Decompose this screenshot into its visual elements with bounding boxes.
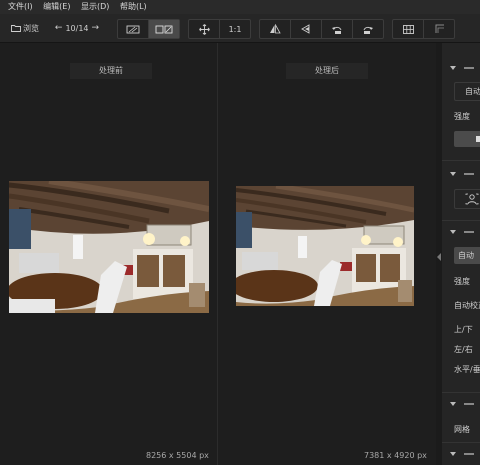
crop-button[interactable] <box>424 20 454 38</box>
collapse-triangle-icon <box>450 65 456 70</box>
section-bar-icon <box>464 67 474 69</box>
move-icon <box>198 23 210 35</box>
menu-bar: 文件(I) 编辑(E) 显示(D) 帮助(L) <box>0 0 480 14</box>
browse-label: 浏览 <box>23 23 39 33</box>
auto-button-2-label: 自动 <box>458 251 474 260</box>
flip-horizontal-icon <box>270 24 281 34</box>
section-bar-icon <box>464 403 474 405</box>
menu-edit[interactable]: 编辑(E) <box>43 0 70 14</box>
left-right-label: 左/右 <box>454 345 473 354</box>
after-pane-label: 处理后 <box>286 63 368 79</box>
section-header-1[interactable] <box>442 62 480 74</box>
section-bar-icon <box>464 173 474 175</box>
section-bar-icon <box>464 231 474 233</box>
split-view-button[interactable] <box>149 20 179 38</box>
flip-horizontal-button[interactable] <box>260 20 291 38</box>
after-dimensions: 7381 x 4920 px <box>364 451 427 460</box>
rotate-right-icon <box>363 26 373 34</box>
strength-slider-1[interactable] <box>454 131 480 147</box>
collapse-triangle-icon <box>450 451 456 456</box>
section-bar-icon <box>464 453 474 455</box>
single-view-button[interactable] <box>118 20 149 38</box>
slider-thumb-1[interactable] <box>476 136 480 142</box>
separator-3 <box>442 392 480 393</box>
section-header-2[interactable] <box>442 168 480 180</box>
collapse-triangle-icon <box>450 401 456 406</box>
separator-4 <box>442 442 480 443</box>
grid-label: 网格 <box>454 425 470 434</box>
rotate-left-button[interactable] <box>322 20 353 38</box>
auto-button-1-label: 自动 <box>465 87 480 96</box>
split-view-icon <box>155 25 173 33</box>
horizontal-label: 水平/垂 <box>454 365 480 374</box>
prev-arrow-icon[interactable]: ← <box>55 23 63 33</box>
up-down-label: 上/下 <box>454 325 473 334</box>
next-arrow-icon[interactable]: → <box>92 23 100 33</box>
perspective-button[interactable] <box>291 20 322 38</box>
auto-button-2[interactable]: 自动 <box>454 247 480 264</box>
perspective-icon <box>301 24 310 34</box>
before-dimensions: 8256 x 5504 px <box>146 451 209 460</box>
folder-icon <box>11 25 21 32</box>
pan-button[interactable] <box>189 20 220 38</box>
separator-1 <box>442 160 480 161</box>
strength-label-1: 强度 <box>454 112 470 121</box>
zoom-1-1-button[interactable]: 1:1 <box>220 20 250 38</box>
collapse-triangle-icon <box>450 229 456 234</box>
before-pane-label: 处理前 <box>70 63 152 79</box>
page-navigator: ← 10/14 → <box>48 19 106 37</box>
strength-label-2: 强度 <box>454 277 470 286</box>
single-view-icon <box>126 25 140 33</box>
person-icon <box>465 193 479 205</box>
pane-divider <box>217 43 218 465</box>
overlay-group <box>392 19 455 39</box>
person-detect-button[interactable] <box>454 189 480 209</box>
crop-icon <box>435 24 444 33</box>
menu-view[interactable]: 显示(D) <box>81 0 109 14</box>
zoom-group: 1:1 <box>188 19 251 39</box>
before-image <box>9 181 209 313</box>
menu-file[interactable]: 文件(I) <box>8 0 33 14</box>
toolbar: 浏览 ← 10/14 → 1:1 <box>0 14 480 43</box>
section-header-4[interactable] <box>442 398 480 410</box>
rotate-left-icon <box>332 26 342 34</box>
transform-group <box>259 19 384 39</box>
browse-button[interactable]: 浏览 <box>8 19 42 37</box>
section-header-3[interactable] <box>442 226 480 238</box>
auto-correct-label: 自动校正 <box>454 301 480 310</box>
menu-help[interactable]: 帮助(L) <box>120 0 147 14</box>
auto-button-1[interactable]: 自动 <box>454 82 480 101</box>
section-header-5[interactable] <box>442 448 480 460</box>
page-counter: 10/14 <box>65 23 89 33</box>
collapse-triangle-icon <box>450 171 456 176</box>
grid-button[interactable] <box>393 20 424 38</box>
grid-icon <box>402 24 414 34</box>
separator-2 <box>442 220 480 221</box>
after-image <box>236 186 414 306</box>
rotate-right-button[interactable] <box>353 20 383 38</box>
compare-mode-group <box>117 19 180 39</box>
